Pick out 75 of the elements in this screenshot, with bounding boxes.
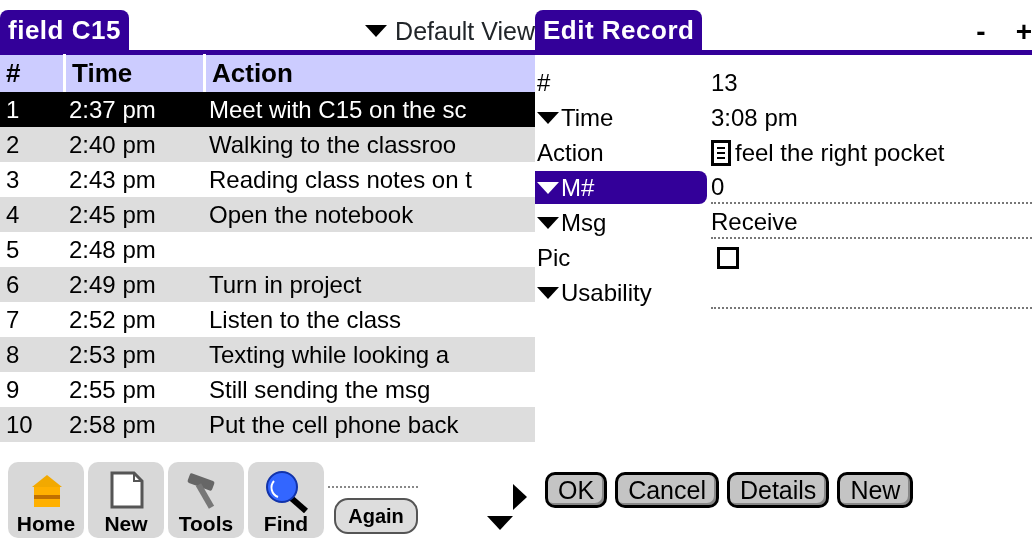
field-label[interactable]: # — [535, 66, 707, 99]
table-row[interactable]: 1 2:37 pm Meet with C15 on the sc — [0, 92, 535, 127]
table-row[interactable]: 10 2:58 pm Put the cell phone back — [0, 407, 535, 442]
time-cell-text: 2:58 pm — [68, 409, 157, 440]
action-cell-text: Listen to the class — [208, 304, 403, 335]
right-arrow-icon[interactable] — [513, 484, 527, 510]
toolbar-button[interactable]: Tools — [168, 462, 244, 538]
toolbar-button[interactable]: New — [88, 462, 164, 538]
dropdown-triangle-icon[interactable] — [537, 216, 559, 229]
field-label[interactable]: M# — [535, 171, 707, 204]
row-number: 10 — [5, 409, 34, 440]
time-cell-text: 2:52 pm — [68, 304, 157, 335]
time-cell-text: 2:49 pm — [68, 269, 157, 300]
row-number: 6 — [5, 269, 21, 300]
field-label[interactable]: Pic — [535, 241, 707, 274]
again-button[interactable]: Again — [334, 498, 418, 534]
form-title: Edit Record — [535, 10, 703, 50]
toolbar-button[interactable]: Home — [8, 462, 84, 538]
field-label[interactable]: Usability — [535, 276, 707, 309]
time-cell-text: 2:43 pm — [68, 164, 157, 195]
zoom-in-button[interactable]: + — [1015, 18, 1032, 46]
zoom-out-button[interactable]: - — [976, 18, 986, 46]
field-value: 13 — [711, 67, 738, 98]
table-row[interactable]: 3 2:43 pm Reading class notes on t — [0, 162, 535, 197]
column-header[interactable]: # — [0, 54, 63, 93]
list-title: field C15 — [0, 10, 129, 50]
table-row[interactable]: 4 2:45 pm Open the notebook — [0, 197, 535, 232]
dropdown-triangle-icon[interactable] — [537, 111, 559, 124]
dropdown-triangle-icon[interactable] — [537, 286, 559, 299]
field-value: 3:08 pm — [711, 102, 798, 133]
time-cell-text: 2:53 pm — [68, 339, 157, 370]
down-arrow-icon[interactable] — [487, 516, 513, 530]
action-cell-text: Meet with C15 on the sc — [208, 94, 468, 125]
table-row[interactable]: 6 2:49 pm Turn in project — [0, 267, 535, 302]
dropdown-triangle-icon[interactable] — [365, 25, 388, 38]
row-number: 2 — [5, 129, 21, 160]
time-cell-text: 2:45 pm — [68, 199, 157, 230]
time-cell-text: 2:37 pm — [68, 94, 157, 125]
field-value: feel the right pocket — [735, 137, 945, 168]
action-cell-text: Texting while looking a — [208, 339, 451, 370]
input-field[interactable]: Receive — [711, 206, 1032, 239]
row-number: 7 — [5, 304, 21, 335]
time-cell-text: 2:40 pm — [68, 129, 157, 160]
view-selector[interactable]: Default View — [365, 12, 535, 50]
dropdown-triangle-icon[interactable] — [537, 181, 559, 194]
action-cell-text: Open the notebook — [208, 199, 415, 230]
note-icon[interactable] — [711, 139, 731, 166]
row-number: 9 — [5, 374, 21, 405]
field-label[interactable]: Action — [535, 136, 707, 169]
row-number: 4 — [5, 199, 21, 230]
table-row[interactable]: 9 2:55 pm Still sending the msg — [0, 372, 535, 407]
form-button[interactable]: Details — [726, 472, 830, 508]
field-label[interactable]: Time — [535, 101, 707, 134]
form-button[interactable]: OK — [545, 472, 608, 508]
form-button[interactable]: New — [837, 472, 914, 508]
form-button[interactable]: Cancel — [615, 472, 719, 508]
table-row[interactable]: 7 2:52 pm Listen to the class — [0, 302, 535, 337]
action-cell-text: Turn in project — [208, 269, 363, 300]
toolbar-button[interactable]: Find — [248, 462, 324, 538]
row-number: 1 — [5, 94, 21, 125]
time-cell-text: 2:48 pm — [68, 234, 157, 265]
action-cell-text: Walking to the classroo — [208, 129, 458, 160]
row-number: 3 — [5, 164, 21, 195]
action-cell-text: Still sending the msg — [208, 374, 432, 405]
row-number: 5 — [5, 234, 21, 265]
table-row[interactable]: 8 2:53 pm Texting while looking a — [0, 337, 535, 372]
input-field[interactable]: 0 — [711, 171, 1032, 204]
action-cell-text: Reading class notes on t — [208, 164, 473, 195]
field-label[interactable]: Msg — [535, 206, 707, 239]
table-row[interactable]: 2 2:40 pm Walking to the classroo — [0, 127, 535, 162]
action-cell-text: Put the cell phone back — [208, 409, 460, 440]
table-row[interactable]: 5 2:48 pm — [0, 232, 535, 267]
checkbox[interactable] — [717, 246, 739, 269]
row-number: 8 — [5, 339, 21, 370]
time-cell-text: 2:55 pm — [68, 374, 157, 405]
